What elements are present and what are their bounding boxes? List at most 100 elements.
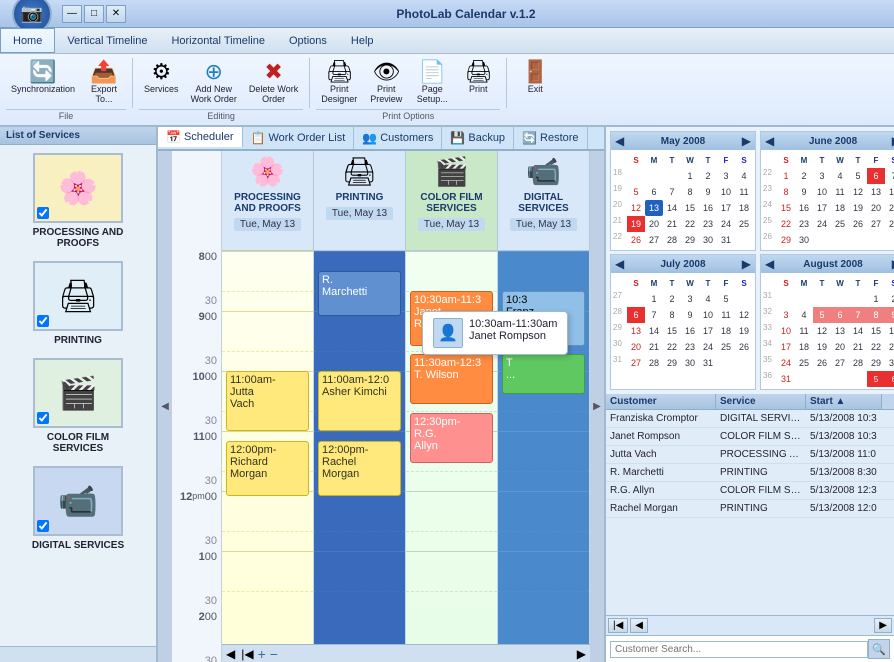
search-input[interactable] <box>610 641 868 658</box>
menu-home[interactable]: Home <box>0 28 55 53</box>
print-designer-icon: 🖨 <box>325 61 353 83</box>
print-designer-label: PrintDesigner <box>321 84 357 104</box>
tab-customers-label: Customers <box>380 132 433 144</box>
event-rg-allyn[interactable]: 12:30pm- R.G. Allyn <box>410 413 493 463</box>
page-setup-button[interactable]: 📄 PageSetup... <box>410 58 454 107</box>
may-next[interactable]: ▶ <box>742 134 751 148</box>
sched-col-color-film[interactable]: 10:30am-11:3 Janet Romson 11:30am-12:3 T… <box>406 251 498 644</box>
tab-work-order-label: Work Order List <box>268 132 345 144</box>
service-checkbox-printing[interactable] <box>37 315 49 327</box>
print-designer-button[interactable]: 🖨 PrintDesigner <box>316 58 362 107</box>
scheduler-right-nav[interactable]: ▶ <box>590 151 604 662</box>
service-checkbox-processing[interactable] <box>37 207 49 219</box>
july-next[interactable]: ▶ <box>742 257 751 271</box>
customer-start: 5/13/2008 10:3 <box>806 412 894 425</box>
event-t-wilson[interactable]: 11:30am-12:3 T. Wilson <box>410 354 493 404</box>
menu-vertical-timeline[interactable]: Vertical Timeline <box>55 28 159 53</box>
sched-col-printing[interactable]: R. Marchetti 11:00am-12:0 Asher Kimchi 1… <box>314 251 406 644</box>
nav-first[interactable]: |◀ <box>608 618 628 633</box>
customer-row-jutta[interactable]: Jutta Vach PROCESSING AND 5/13/2008 11:0 <box>606 446 894 464</box>
menu-help[interactable]: Help <box>339 28 386 53</box>
event-asher-kimchi[interactable]: 11:00am-12:0 Asher Kimchi <box>318 371 401 431</box>
tab-restore[interactable]: 🔄 Restore <box>514 127 587 149</box>
delete-label: Delete WorkOrder <box>249 84 298 104</box>
col-name-color-film: COLOR FILMSERVICES <box>420 192 482 214</box>
col-icon-processing: 🌸 <box>250 155 285 188</box>
list-item: 📹 DIGITAL SERVICES <box>4 462 152 555</box>
nav-next[interactable]: ▶ <box>874 618 892 633</box>
add-work-order-button[interactable]: ⊕ Add NewWork Order <box>186 58 242 107</box>
service-checkbox-digital[interactable] <box>37 520 49 532</box>
customer-row-rachel[interactable]: Rachel Morgan PRINTING 5/13/2008 12:0 <box>606 500 894 518</box>
august-grid: S M T W T F S 3112 323456789 33101112131… <box>761 273 894 389</box>
customer-row-rg-allyn[interactable]: R.G. Allyn COLOR FILM SERV 5/13/2008 12:… <box>606 482 894 500</box>
customers-tab-icon: 👥 <box>362 131 377 145</box>
sched-col-processing[interactable]: 11:00am- Jutta Vach 12:00pm- Richard Mor… <box>222 251 314 644</box>
scheduler-scrollbar[interactable]: ◀ |◀ + − ▶ <box>222 644 590 662</box>
customer-row-franziska[interactable]: Franziska Cromptor DIGITAL SERVICES 5/13… <box>606 410 894 428</box>
calendar-area: ◀ May 2008 ▶ S M T W T F S <box>606 127 894 394</box>
nav-prev[interactable]: ◀ <box>630 618 648 633</box>
print-preview-label: PrintPreview <box>370 84 402 104</box>
event-t-digital[interactable]: T ... <box>502 354 585 394</box>
scroll-right[interactable]: ▶ <box>573 647 590 661</box>
col-header-start[interactable]: Start ▲ <box>806 394 882 409</box>
customer-row-janet[interactable]: Janet Rompson COLOR FILM SERV 5/13/2008 … <box>606 428 894 446</box>
scheduler-left-nav[interactable]: ◀ <box>158 151 172 662</box>
search-button[interactable]: 🔍 <box>868 639 890 659</box>
sync-label: Synchronization <box>11 84 75 94</box>
col-date-color-film: Tue, May 13 <box>418 218 485 231</box>
col-header-customer[interactable]: Customer <box>606 394 716 409</box>
scroll-first[interactable]: |◀ <box>239 647 255 661</box>
sched-col-digital[interactable]: 10:3 Franz Crom T ... <box>498 251 590 644</box>
customer-row-marchetti[interactable]: R. Marchetti PRINTING 5/13/2008 8:30 <box>606 464 894 482</box>
export-button[interactable]: 📤 ExportTo... <box>82 58 126 107</box>
tab-backup[interactable]: 💾 Backup <box>442 127 514 149</box>
services-button[interactable]: ⚙ Services <box>139 58 184 107</box>
service-label-digital: DIGITAL SERVICES <box>32 540 124 551</box>
service-checkbox-color-film[interactable] <box>37 412 49 424</box>
maximize-button[interactable]: □ <box>84 5 104 23</box>
june-title: June 2008 <box>809 136 857 147</box>
august-prev[interactable]: ◀ <box>765 257 774 271</box>
work-order-tab-icon: 📋 <box>251 131 266 145</box>
customer-start: 5/13/2008 10:3 <box>806 430 894 443</box>
customer-rows: Franziska Cromptor DIGITAL SERVICES 5/13… <box>606 410 894 615</box>
may-prev[interactable]: ◀ <box>615 134 624 148</box>
tab-customers[interactable]: 👥 Customers <box>354 127 442 149</box>
event-jutta-vach[interactable]: 11:00am- Jutta Vach <box>226 371 309 431</box>
event-richard-morgan[interactable]: 12:00pm- Richard Morgan <box>226 441 309 496</box>
menu-horizontal-timeline[interactable]: Horizontal Timeline <box>159 28 277 53</box>
col-header-service[interactable]: Service <box>716 394 806 409</box>
print-icon: 🖨 <box>464 61 492 83</box>
print-button[interactable]: 🖨 Print <box>456 58 500 107</box>
event-marchetti[interactable]: R. Marchetti <box>318 271 401 316</box>
june-header: ◀ June 2008 ▶ <box>761 132 894 150</box>
delete-work-order-button[interactable]: ✖ Delete WorkOrder <box>244 58 303 107</box>
may-title: May 2008 <box>661 136 705 147</box>
print-label: Print <box>469 84 488 94</box>
event-rachel-morgan[interactable]: 12:00pm- Rachel Morgan <box>318 441 401 496</box>
tab-work-order-list[interactable]: 📋 Work Order List <box>243 127 355 149</box>
list-item: 🌸 PROCESSING ANDPROOFS <box>4 149 152 253</box>
exit-button[interactable]: 🚪 Exit <box>513 58 557 97</box>
customer-service: COLOR FILM SERV <box>716 484 806 497</box>
scroll-add[interactable]: + <box>256 646 268 662</box>
time-1: 100 <box>172 551 221 591</box>
scheduler-tab-icon: 📅 <box>166 130 181 144</box>
scroll-sub[interactable]: − <box>268 646 280 662</box>
june-prev[interactable]: ◀ <box>765 134 774 148</box>
left-panel-title: List of Services <box>0 127 156 145</box>
customer-list: Customer Service Start ▲ Franziska Cromp… <box>606 394 894 662</box>
left-panel-scrollbar[interactable] <box>0 646 156 662</box>
scroll-left[interactable]: ◀ <box>222 647 239 661</box>
menu-options[interactable]: Options <box>277 28 339 53</box>
time-11: 1100 <box>172 431 221 471</box>
close-button[interactable]: ✕ <box>106 5 126 23</box>
customer-start: 5/13/2008 12:0 <box>806 502 894 515</box>
print-preview-button[interactable]: 👁 PrintPreview <box>364 58 408 107</box>
minimize-button[interactable]: — <box>62 5 82 23</box>
synchronization-button[interactable]: 🔄 Synchronization <box>6 58 80 107</box>
july-prev[interactable]: ◀ <box>615 257 624 271</box>
tab-scheduler[interactable]: 📅 Scheduler <box>158 127 243 147</box>
